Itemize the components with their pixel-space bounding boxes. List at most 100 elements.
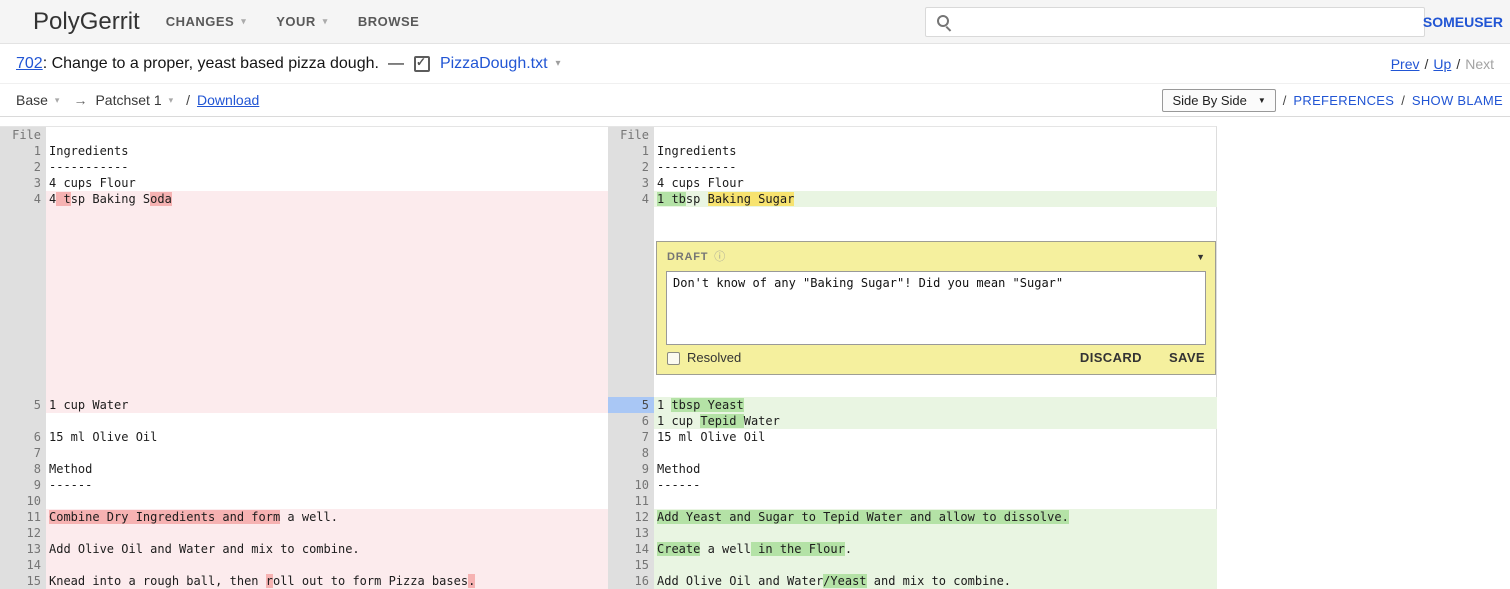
file-name-link[interactable]: PizzaDough.txt <box>440 55 548 73</box>
collapse-comment-icon[interactable]: ▼ <box>1196 249 1205 265</box>
save-button[interactable]: SAVE <box>1169 350 1205 366</box>
diff-row: 2-----------2----------- <box>0 159 1216 175</box>
search-input[interactable] <box>961 14 1424 30</box>
diff-view-mode-select[interactable]: Side By Side ▼ <box>1162 89 1275 112</box>
line-number-cell[interactable]: 7 <box>608 429 654 445</box>
comment-textarea[interactable]: Don't know of any "Baking Sugar"! Did yo… <box>666 271 1206 345</box>
code-line <box>46 493 608 509</box>
code-segment: Method <box>657 462 700 476</box>
diff-row: 34 cups Flour34 cups Flour <box>0 175 1216 191</box>
line-number-cell[interactable]: 8 <box>0 461 46 477</box>
line-number-cell[interactable]: 11 <box>608 493 654 509</box>
diff-row: 61 cup Tepid Water <box>0 413 1216 429</box>
line-number-cell[interactable]: 9 <box>608 461 654 477</box>
line-number-cell[interactable]: 1 <box>608 143 654 159</box>
code-segment: . <box>468 574 475 588</box>
code-line: Ingredients <box>46 143 608 159</box>
diff-view-mode-value: Side By Side <box>1172 93 1246 108</box>
line-number-cell[interactable]: 6 <box>0 429 46 445</box>
line-number-cell[interactable]: 10 <box>0 493 46 509</box>
preferences-button[interactable]: PREFERENCES <box>1293 93 1394 108</box>
chevron-down-icon: ▾ <box>169 95 174 106</box>
code-line <box>46 525 608 541</box>
side-by-side-diff: FileFile1Ingredients1Ingredients2-------… <box>0 126 1217 589</box>
discard-button[interactable]: DISCARD <box>1080 350 1142 366</box>
code-line <box>654 493 1217 509</box>
code-line: 4 tsp Baking Soda <box>46 191 608 207</box>
line-number-cell[interactable]: 14 <box>608 541 654 557</box>
code-segment: 1 cup Water <box>49 398 128 412</box>
line-number-cell[interactable]: 6 <box>608 413 654 429</box>
line-number-cell[interactable]: 10 <box>608 477 654 493</box>
draft-comment-box: DRAFT ⓘ ▼ Don't know of any "Baking Suga… <box>656 241 1216 375</box>
chevron-down-icon: ▾ <box>241 16 246 27</box>
diff-row: 10 11 <box>0 493 1216 509</box>
commented-range: Baking Sugar <box>708 192 795 206</box>
line-number-cell[interactable]: 4 <box>608 191 654 207</box>
file-navigation: Prev / Up / Next <box>1391 56 1494 72</box>
line-number-cell[interactable]: 5 <box>0 397 46 413</box>
code-line <box>654 127 1217 143</box>
line-number-cell[interactable]: 12 <box>0 525 46 541</box>
account-name[interactable]: SOMEUSER <box>1423 14 1503 30</box>
line-number-cell[interactable]: 13 <box>0 541 46 557</box>
search-bar <box>925 7 1425 37</box>
code-segment: Method <box>49 462 92 476</box>
code-segment: 4 cups Flour <box>49 176 136 190</box>
line-number-cell[interactable]: 13 <box>608 525 654 541</box>
line-number-cell[interactable]: 14 <box>0 557 46 573</box>
code-segment: ----------- <box>657 160 736 174</box>
code-segment: Add Olive Oil and Water and mix to combi… <box>49 542 360 556</box>
reviewed-checkbox[interactable] <box>414 56 430 72</box>
line-number-cell[interactable]: 16 <box>608 573 654 589</box>
line-number-cell[interactable]: 15 <box>0 573 46 589</box>
file-dropdown-icon[interactable]: ▾ <box>556 58 561 69</box>
diff-row: 15Knead into a rough ball, then roll out… <box>0 573 1216 589</box>
line-number-cell[interactable] <box>0 413 46 429</box>
patchset-select[interactable]: Patchset 1 <box>95 92 161 108</box>
code-line: Create a well in the Flour. <box>654 541 1217 557</box>
file-header-cell[interactable]: File <box>0 127 46 143</box>
menu-browse[interactable]: BROWSE <box>358 14 420 29</box>
line-number-cell[interactable]: 9 <box>0 477 46 493</box>
menu-changes[interactable]: CHANGES ▾ <box>166 14 247 29</box>
line-number-cell[interactable] <box>0 207 46 397</box>
line-number-cell[interactable]: 7 <box>0 445 46 461</box>
line-number-cell[interactable]: 3 <box>0 175 46 191</box>
code-segment: sp <box>686 192 708 206</box>
line-number-cell[interactable]: 1 <box>0 143 46 159</box>
line-number-cell[interactable]: 15 <box>608 557 654 573</box>
line-number-cell[interactable]: 11 <box>0 509 46 525</box>
code-line: Add Olive Oil and Water and mix to combi… <box>46 541 608 557</box>
code-segment: 4 cups Flour <box>657 176 744 190</box>
app-logo[interactable]: PolyGerrit <box>33 8 140 36</box>
line-number-cell[interactable]: 2 <box>608 159 654 175</box>
line-number-cell[interactable]: 4 <box>0 191 46 207</box>
info-icon: ⓘ <box>714 249 725 265</box>
code-segment: 1 tb <box>657 192 686 206</box>
code-line <box>46 127 608 143</box>
base-patchset-select[interactable]: Base <box>16 92 48 108</box>
prev-file-link[interactable]: Prev <box>1391 56 1420 72</box>
resolved-checkbox[interactable] <box>667 352 680 365</box>
nav-separator: / <box>1456 56 1460 72</box>
file-header-cell[interactable]: File <box>608 127 654 143</box>
change-number-link[interactable]: 702 <box>16 55 43 73</box>
menu-your[interactable]: YOUR ▾ <box>276 14 328 29</box>
line-number-cell[interactable]: 5 <box>608 397 654 413</box>
download-link[interactable]: Download <box>197 92 259 108</box>
code-line: Add Yeast and Sugar to Tepid Water and a… <box>654 509 1217 525</box>
line-number-cell[interactable]: 2 <box>0 159 46 175</box>
code-segment: tbsp Yeast <box>671 398 743 412</box>
line-number-cell[interactable]: 3 <box>608 175 654 191</box>
line-number-cell[interactable] <box>608 207 654 397</box>
diff-row: 615 ml Olive Oil715 ml Olive Oil <box>0 429 1216 445</box>
search-icon <box>936 14 953 31</box>
up-link[interactable]: Up <box>1433 56 1451 72</box>
line-number-cell[interactable]: 12 <box>608 509 654 525</box>
code-line: ------ <box>46 477 608 493</box>
line-number-cell[interactable]: 8 <box>608 445 654 461</box>
show-blame-button[interactable]: SHOW BLAME <box>1412 93 1503 108</box>
code-line: Combine Dry Ingredients and form a well. <box>46 509 608 525</box>
diff-row: 51 cup Water51 tbsp Yeast <box>0 397 1216 413</box>
